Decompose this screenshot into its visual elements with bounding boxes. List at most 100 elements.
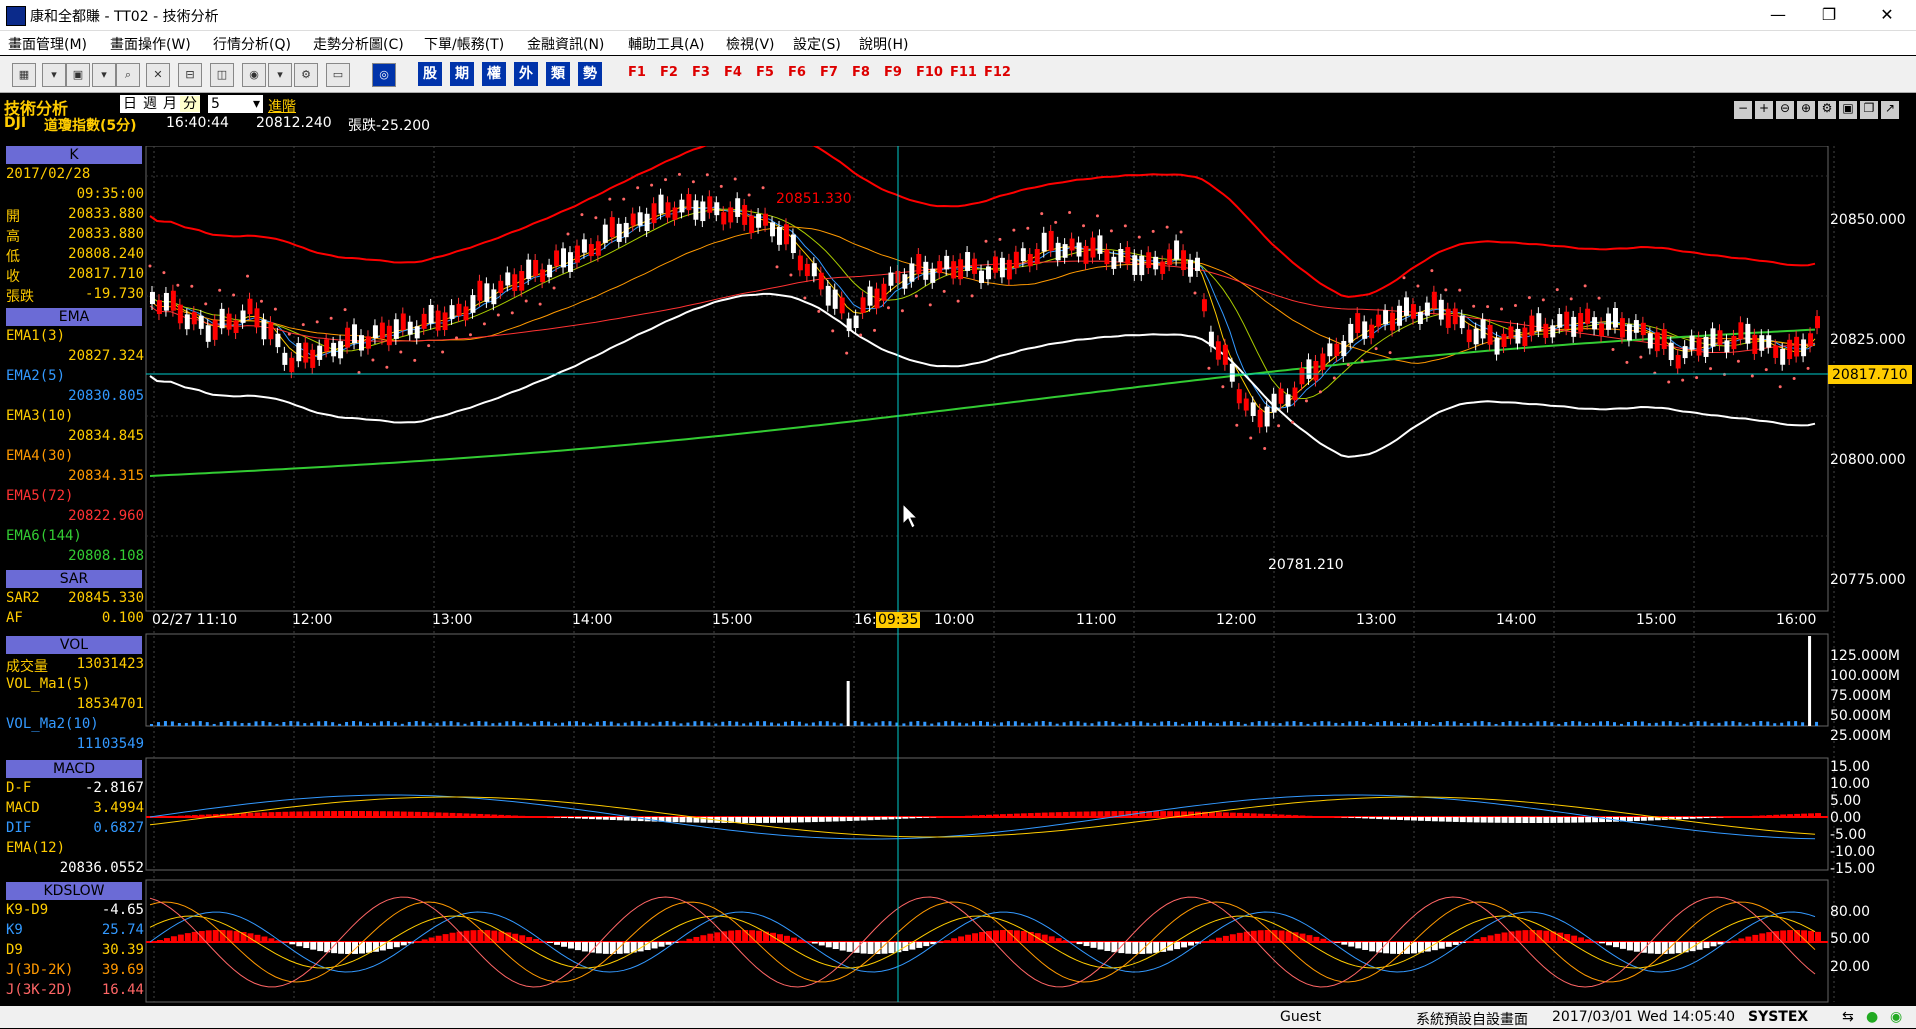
f4-button[interactable]: F4 [724, 65, 742, 80]
period-select[interactable]: 5 ▾ [208, 95, 263, 113]
split-vertical-icon[interactable]: ◫ [210, 63, 234, 87]
menu-item[interactable]: 說明(H) [859, 34, 908, 54]
settings-icon[interactable]: ⚙ [1818, 101, 1836, 119]
menu-item[interactable]: 畫面操作(W) [110, 34, 191, 54]
menu-item[interactable]: 檢視(V) [726, 34, 775, 54]
close-window-icon[interactable]: ✕ [146, 63, 170, 87]
sar-dot [859, 333, 862, 336]
candle-body [150, 292, 155, 304]
candle-body [1578, 313, 1583, 332]
network-icon[interactable]: ⇆ [1842, 1009, 1854, 1025]
f2-button[interactable]: F2 [660, 65, 678, 80]
volume-bar [1801, 722, 1804, 726]
sar-dot [302, 323, 305, 326]
macd-bar [1787, 814, 1793, 817]
dropdown-arrow-icon[interactable]: ▾ [268, 63, 292, 87]
monitor-icon[interactable]: ▭ [326, 63, 350, 87]
category-button[interactable]: 類 [546, 62, 570, 86]
menu-item[interactable]: 金融資訊(N) [527, 34, 604, 54]
volume-bar [519, 722, 522, 726]
candle-body [1167, 249, 1172, 265]
chart-tool-icon[interactable]: ⚙ [294, 63, 318, 87]
globe-icon[interactable]: ◉ [242, 63, 266, 87]
foreign-button[interactable]: 外 [514, 62, 538, 86]
candle-body [1272, 394, 1277, 413]
f6-button[interactable]: F6 [788, 65, 806, 80]
period-month-button[interactable]: 月 [160, 96, 180, 112]
macd-bar [742, 817, 748, 823]
menu-item[interactable]: 下單/帳務(T) [424, 34, 504, 54]
volume-bar [491, 723, 494, 726]
macd-bar [1794, 814, 1800, 817]
minimize-button[interactable]: — [1755, 0, 1801, 30]
f10-button[interactable]: F10 [916, 65, 943, 80]
crosshair-time-tag-text: 09:35 [878, 612, 918, 628]
stock-button[interactable]: 股 [418, 62, 442, 86]
zoom-out-icon[interactable]: − [1734, 101, 1752, 119]
kd-bar [415, 941, 421, 942]
systex-logo-icon[interactable]: ◎ [372, 63, 396, 87]
f12-button[interactable]: F12 [984, 65, 1011, 80]
menu-item[interactable]: 行情分析(Q) [213, 34, 291, 54]
candle-body [1084, 246, 1089, 264]
menu-item[interactable]: 畫面管理(M) [8, 34, 87, 54]
kd-bar [338, 942, 344, 954]
split-horizontal-icon[interactable]: ⊟ [178, 63, 202, 87]
options-button[interactable]: 權 [482, 62, 506, 86]
export-icon[interactable]: ↗ [1881, 101, 1899, 119]
candle-body [902, 274, 907, 288]
kd-bar [1474, 939, 1480, 942]
dropdown-arrow-icon[interactable]: ▾ [42, 63, 66, 87]
magnify-plus-icon[interactable]: ⊕ [1797, 101, 1815, 119]
advanced-link[interactable]: 進階 [268, 96, 296, 116]
period-week-button[interactable]: 週 [140, 96, 160, 112]
kd-bar [1731, 940, 1737, 942]
kd-bar [1745, 937, 1751, 942]
volume-bar [429, 723, 432, 726]
sar-dot [1054, 221, 1057, 224]
volume-bar [679, 723, 682, 726]
futures-button[interactable]: 期 [450, 62, 474, 86]
trend-button[interactable]: 勢 [578, 62, 602, 86]
candle-body [714, 202, 719, 215]
volume-bar [185, 723, 188, 726]
f8-button[interactable]: F8 [852, 65, 870, 80]
magnify-minus-icon[interactable]: ⊖ [1776, 101, 1794, 119]
save-chart-icon[interactable]: ▣ [1839, 101, 1857, 119]
macd-bar [916, 817, 922, 818]
restore-icon[interactable]: ❐ [1860, 101, 1878, 119]
volume-bar [1056, 724, 1059, 726]
f3-button[interactable]: F3 [692, 65, 710, 80]
candle-body [1620, 318, 1625, 337]
period-minute-button[interactable]: 分 [180, 96, 200, 112]
volume-bar [1293, 721, 1296, 726]
volume-bar [568, 721, 571, 726]
volume-bar [1237, 722, 1240, 726]
candle-body [220, 309, 225, 328]
menu-item[interactable]: 輔助工具(A) [628, 34, 705, 54]
kd-bar [1794, 930, 1800, 942]
candle-body [359, 335, 364, 350]
candle-body [1251, 402, 1256, 416]
menu-item[interactable]: 設定(S) [793, 34, 841, 54]
dropdown-arrow-icon[interactable]: ▾ [92, 63, 116, 87]
f5-button[interactable]: F5 [756, 65, 774, 80]
macd-bar [1139, 811, 1145, 817]
f7-button[interactable]: F7 [820, 65, 838, 80]
menu-item[interactable]: 走勢分析圖(C) [313, 34, 404, 54]
maximize-button[interactable]: ❐ [1806, 0, 1852, 30]
chart-area[interactable]: 20850.000 20825.000 20800.000 20775.000 … [0, 146, 1916, 1006]
close-button[interactable]: ✕ [1864, 0, 1910, 30]
save-icon[interactable]: ▣ [66, 63, 90, 87]
f9-button[interactable]: F9 [884, 65, 902, 80]
macd-bar [1160, 811, 1166, 817]
period-day-button[interactable]: 日 [120, 96, 140, 112]
sar-dot [1096, 214, 1099, 217]
f11-button[interactable]: F11 [950, 65, 977, 80]
zoom-in-icon[interactable]: + [1755, 101, 1773, 119]
macd-bar [1752, 816, 1758, 817]
volume-bar [1014, 721, 1017, 726]
search-icon[interactable]: ⌕ [116, 63, 140, 87]
layout-icon[interactable]: ▦ [12, 63, 36, 87]
f1-button[interactable]: F1 [628, 65, 646, 80]
